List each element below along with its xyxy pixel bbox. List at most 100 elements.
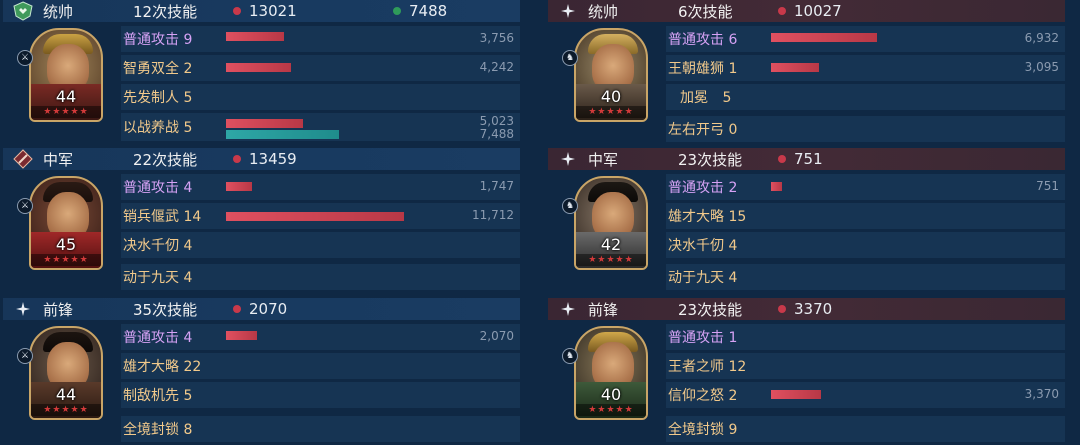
- damage-value: 6,932: [1024, 31, 1059, 45]
- general-level: 44: [55, 87, 77, 106]
- skill-name: 左右开弓 0: [668, 122, 738, 138]
- skill-name: 雄才大略 15: [668, 209, 747, 225]
- damage-dot-icon: [778, 155, 786, 163]
- damage-bar: [226, 63, 291, 72]
- total-damage: 13459: [249, 150, 297, 168]
- skill-count: 12: [728, 359, 747, 375]
- skill-count: 9: [183, 32, 193, 48]
- heal-dot-icon: [393, 7, 401, 15]
- skill-count: 5: [183, 388, 193, 404]
- skill-count: 22: [183, 359, 202, 375]
- skill-row: 王者之师 12: [666, 353, 1065, 379]
- skill-row: 普通攻击 1: [666, 324, 1065, 350]
- skill-name: 动于九天 4: [668, 270, 738, 286]
- general-level: 40: [600, 385, 622, 404]
- general-header: 前锋 35次技能 2070: [3, 298, 520, 320]
- general-position: 中军: [588, 150, 619, 169]
- general-position: 前锋: [588, 300, 619, 319]
- general-portrait[interactable]: 42 ★★★★★ ♞: [562, 176, 650, 272]
- general-header: 统帅 12次技能 13021 7488: [3, 0, 520, 22]
- damage-dot-icon: [778, 7, 786, 15]
- skill-count: 4: [183, 180, 193, 196]
- skill-count: 2: [728, 180, 738, 196]
- damage-bar: [771, 33, 877, 42]
- skill-row: 全境封锁 8: [121, 416, 520, 442]
- skill-name: 以战养战 5: [123, 120, 193, 136]
- damage-value: 2,070: [479, 329, 514, 343]
- damage-bar: [771, 390, 821, 399]
- skill-name: 王朝雄狮 1: [668, 61, 738, 77]
- total-damage: 3370: [794, 300, 833, 318]
- skill-name: 智勇双全 2: [123, 61, 193, 77]
- skill-count: 0: [728, 122, 738, 138]
- general-portrait[interactable]: 40 ★★★★★ ♞: [562, 28, 650, 124]
- skill-name: 决水千仞 4: [668, 238, 738, 254]
- general-portrait[interactable]: 44 ★★★★★ ⚔: [17, 28, 105, 124]
- general-commander-left: 统帅 12次技能 13021 7488 44 ★★★★★ ⚔ 普通攻击 9 3,…: [3, 0, 520, 148]
- star-rating: ★★★★★: [31, 404, 101, 416]
- skill-row: 动于九天 4: [121, 264, 520, 290]
- heal-value: 7,488: [479, 127, 514, 141]
- damage-value: 1,747: [479, 179, 514, 193]
- skill-row: 以战养战 5 5,023 7,488: [121, 113, 520, 141]
- skill-name: 普通攻击 2: [668, 180, 738, 196]
- star-rating: ★★★★★: [576, 404, 646, 416]
- skill-cast-count: 35次技能: [133, 300, 198, 319]
- skill-row: 动于九天 4: [666, 264, 1065, 290]
- commander-shield-icon: [3, 0, 43, 22]
- skill-name: 动于九天 4: [123, 270, 193, 286]
- damage-bar: [226, 119, 303, 128]
- skill-count: 6: [728, 32, 738, 48]
- skill-cast-count: 12次技能: [133, 2, 198, 21]
- skill-name: 信仰之怒 2: [668, 388, 738, 404]
- damage-value: 751: [1036, 179, 1059, 193]
- star-rating: ★★★★★: [31, 106, 101, 118]
- damage-value: 4,242: [479, 60, 514, 74]
- star-rating: ★★★★★: [576, 106, 646, 118]
- troop-type-icon: ⚔: [17, 348, 33, 364]
- skill-row: 制敌机先 5: [121, 382, 520, 408]
- sparkle-icon: [548, 0, 588, 22]
- skill-name: 销兵偃武 14: [123, 209, 202, 225]
- skill-count: 2: [728, 388, 738, 404]
- general-header: 中军 23次技能 751: [548, 148, 1065, 170]
- general-vanguard-right: 前锋 23次技能 3370 40 ★★★★★ ♞ 普通攻击 1 王者之师 12 …: [548, 298, 1065, 445]
- general-center-right: 中军 23次技能 751 42 ★★★★★ ♞ 普通攻击 2 751 雄才大略 …: [548, 148, 1065, 296]
- skill-name: 普通攻击 4: [123, 330, 193, 346]
- skill-row: 信仰之怒 2 3,370: [666, 382, 1065, 408]
- skill-row: 雄才大略 22: [121, 353, 520, 379]
- skill-count: 14: [183, 209, 202, 225]
- troop-type-icon: ⚔: [17, 198, 33, 214]
- skill-row: 先发制人 5: [121, 84, 520, 110]
- skill-count: 4: [183, 270, 193, 286]
- total-damage: 13021: [249, 2, 297, 20]
- star-rating: ★★★★★: [576, 254, 646, 266]
- general-level: 40: [600, 87, 622, 106]
- skill-count: 8: [183, 422, 193, 438]
- team-right-panel: 统帅 6次技能 10027 40 ★★★★★ ♞ 普通攻击 6 6,932 王朝…: [548, 0, 1065, 445]
- skill-count: 4: [728, 238, 738, 254]
- skill-name: 普通攻击 9: [123, 32, 193, 48]
- skill-count: 5: [183, 120, 193, 136]
- damage-value: 3,370: [1024, 387, 1059, 401]
- team-left-panel: 统帅 12次技能 13021 7488 44 ★★★★★ ⚔ 普通攻击 9 3,…: [3, 0, 520, 445]
- general-portrait[interactable]: 40 ★★★★★ ♞: [562, 326, 650, 422]
- general-header: 前锋 23次技能 3370: [548, 298, 1065, 320]
- general-portrait[interactable]: 44 ★★★★★ ⚔: [17, 326, 105, 422]
- skill-count: 15: [728, 209, 747, 225]
- skill-count: 4: [183, 330, 193, 346]
- skill-row: 决水千仞 4: [121, 232, 520, 258]
- general-portrait[interactable]: 45 ★★★★★ ⚔: [17, 176, 105, 272]
- skill-row: 左右开弓 0: [666, 116, 1065, 142]
- skill-count: 9: [728, 422, 738, 438]
- damage-bar: [226, 212, 404, 221]
- skill-name: 全境封锁 9: [668, 422, 738, 438]
- general-vanguard-left: 前锋 35次技能 2070 44 ★★★★★ ⚔ 普通攻击 4 2,070 雄才…: [3, 298, 520, 445]
- skill-name: 普通攻击 6: [668, 32, 738, 48]
- skill-row: 普通攻击 4 1,747: [121, 174, 520, 200]
- skill-count: 2: [183, 61, 193, 77]
- general-position: 统帅: [588, 2, 619, 21]
- sword-badge-icon: [3, 148, 43, 170]
- total-damage: 751: [794, 150, 823, 168]
- general-position: 统帅: [43, 2, 74, 21]
